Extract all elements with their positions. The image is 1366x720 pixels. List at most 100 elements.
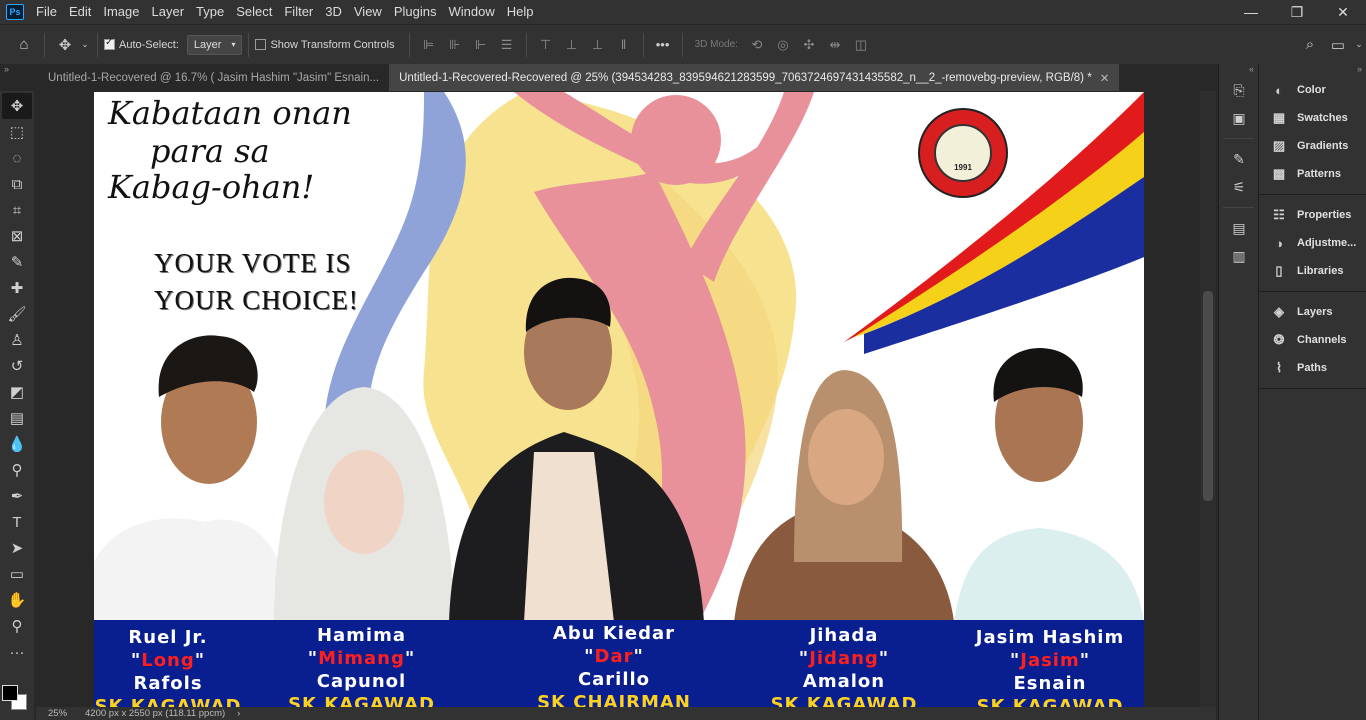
clone-stamp-tool-icon[interactable]: ♙ <box>2 327 32 353</box>
comments-panel-icon[interactable]: ▣ <box>1219 104 1259 132</box>
roll-3d-icon[interactable]: ◎ <box>770 32 796 58</box>
close-icon[interactable]: ✕ <box>1100 71 1110 85</box>
history-panel-icon[interactable]: ⎘ <box>1219 76 1259 104</box>
document-canvas[interactable]: 1991 Kabataan onan para sa Kabag-ohan! Y… <box>94 92 1144 707</box>
hand-tool-icon[interactable]: ✋ <box>2 587 32 613</box>
home-icon[interactable]: ⌂ <box>10 31 38 59</box>
pattern-icon: ▩ <box>1272 166 1286 181</box>
brush-settings-icon[interactable]: ✎ <box>1219 145 1259 173</box>
close-icon[interactable]: ✕ <box>1320 0 1366 24</box>
panel-layers[interactable]: ◈ Layers <box>1259 298 1366 326</box>
panel-patterns[interactable]: ▩ Patterns <box>1259 160 1366 188</box>
panel-properties[interactable]: ☷ Properties <box>1259 201 1366 229</box>
menu-plugins[interactable]: Plugins <box>388 0 443 24</box>
scrollbar-thumb[interactable] <box>1203 291 1213 501</box>
divider <box>525 32 527 57</box>
menu-filter[interactable]: Filter <box>278 0 319 24</box>
menu-type[interactable]: Type <box>190 0 230 24</box>
search-icon[interactable]: ⌕ <box>1296 31 1324 59</box>
align-top-icon[interactable]: ⊤ <box>533 32 559 58</box>
collapse-panels-icon[interactable]: « <box>1219 64 1258 76</box>
auto-select-checkbox[interactable] <box>104 37 115 50</box>
right-panel-dock: » ◐ Color ▦ Swatches ▨ Gradients ▩ Patterns … <box>1258 64 1366 720</box>
canvas-area[interactable]: 1991 Kabataan onan para sa Kabag-ohan! Y… <box>36 91 1200 707</box>
panel-label: Gradients <box>1297 140 1349 152</box>
workspace-icon[interactable]: ▭ <box>1324 31 1352 59</box>
distribute-icon[interactable]: ☰ <box>494 32 520 58</box>
menu-window[interactable]: Window <box>442 0 500 24</box>
move-tool-icon[interactable]: ✥ <box>2 93 32 119</box>
minimize-icon[interactable]: — <box>1228 0 1274 24</box>
history-brush-tool-icon[interactable]: ↺ <box>2 353 32 379</box>
candidate-position: SK KAGAWAD <box>288 694 435 707</box>
menu-view[interactable]: View <box>348 0 388 24</box>
panel-libraries[interactable]: ▯ Libraries <box>1259 257 1366 285</box>
properties-doc-icon[interactable]: ▤ <box>1219 214 1259 242</box>
zoom-level[interactable]: 25% <box>48 708 67 719</box>
align-middle-icon[interactable]: ⊥ <box>559 32 585 58</box>
gradient-tool-icon[interactable]: ▤ <box>2 405 32 431</box>
panel-swatches[interactable]: ▦ Swatches <box>1259 104 1366 132</box>
notes-panel-icon[interactable]: ▥ <box>1219 242 1259 270</box>
align-right-icon[interactable]: ⊩ <box>468 32 494 58</box>
type-tool-icon[interactable]: T <box>2 509 32 535</box>
candidate-surname: Rafols <box>133 673 203 694</box>
candidate-photo-3 <box>449 277 704 622</box>
menu-edit[interactable]: Edit <box>63 0 97 24</box>
panel-color[interactable]: ◐ Color <box>1259 76 1366 104</box>
vertical-scrollbar[interactable] <box>1200 91 1216 707</box>
align-left-icon[interactable]: ⊫ <box>416 32 442 58</box>
pan-3d-icon[interactable]: ✣ <box>796 32 822 58</box>
auto-select-option[interactable]: Auto-Select: <box>104 37 179 51</box>
tab-untitled-1-recovered-recovered[interactable]: Untitled-1-Recovered-Recovered @ 25% (39… <box>389 64 1120 91</box>
foreground-color-swatch[interactable] <box>2 685 18 701</box>
show-transform-option[interactable]: Show Transform Controls <box>255 39 395 51</box>
pen-tool-icon[interactable]: ✒ <box>2 483 32 509</box>
panel-channels[interactable]: ❂ Channels <box>1259 326 1366 354</box>
slide-3d-icon[interactable]: ⇹ <box>822 32 848 58</box>
menu-help[interactable]: Help <box>501 0 540 24</box>
zoom-tool-icon[interactable]: ⚲ <box>2 613 32 639</box>
frame-tool-icon[interactable]: ⊠ <box>2 223 32 249</box>
library-icon: ▯ <box>1275 263 1283 278</box>
menu-image[interactable]: Image <box>97 0 145 24</box>
eraser-tool-icon[interactable]: ◩ <box>2 379 32 405</box>
restore-icon[interactable]: ❐ <box>1274 0 1320 24</box>
collapse-toolbar-icon[interactable]: » <box>0 64 38 74</box>
panel-paths[interactable]: ⌇ Paths <box>1259 354 1366 382</box>
path-selection-tool-icon[interactable]: ➤ <box>2 535 32 561</box>
more-icon[interactable]: ••• <box>650 32 676 58</box>
move-tool-icon[interactable]: ✥ <box>51 31 79 59</box>
brush-tool-icon[interactable]: 🖌 <box>2 301 32 327</box>
panel-gradients[interactable]: ▨ Gradients <box>1259 132 1366 160</box>
eyedropper-tool-icon[interactable]: ✎ <box>2 249 32 275</box>
align-center-icon[interactable]: ⊪ <box>442 32 468 58</box>
object-select-tool-icon[interactable]: ⧉ <box>2 171 32 197</box>
divider <box>1223 207 1254 208</box>
show-transform-checkbox[interactable] <box>255 39 267 50</box>
chevron-down-icon[interactable]: ⌄ <box>79 31 91 59</box>
menu-layer[interactable]: Layer <box>146 0 191 24</box>
collapse-panels-icon[interactable]: » <box>1259 64 1366 76</box>
chevron-right-icon[interactable]: › <box>237 708 240 719</box>
align-bottom-icon[interactable]: ⊥ <box>585 32 611 58</box>
chevron-down-icon[interactable]: ⌄ <box>1352 31 1366 59</box>
distribute-vertical-icon[interactable]: ‖ <box>611 32 637 58</box>
menu-file[interactable]: File <box>30 0 63 24</box>
adjustments-sliders-icon[interactable]: ⚟ <box>1219 173 1259 201</box>
menu-select[interactable]: Select <box>230 0 278 24</box>
blur-tool-icon[interactable]: 💧 <box>2 431 32 457</box>
edit-toolbar-icon[interactable]: ··· <box>2 639 32 665</box>
rectangle-tool-icon[interactable]: ▭ <box>2 561 32 587</box>
tab-untitled-1-recovered[interactable]: Untitled-1-Recovered @ 16.7% ( Jasim Has… <box>38 64 390 91</box>
auto-select-dropdown[interactable]: Layer ▾ <box>186 34 243 55</box>
marquee-tool-icon[interactable]: ⬚ <box>2 119 32 145</box>
lasso-tool-icon[interactable]: ◌ <box>2 145 32 171</box>
dodge-tool-icon[interactable]: ⚲ <box>2 457 32 483</box>
camera-3d-icon[interactable]: ◫ <box>848 32 874 58</box>
healing-brush-tool-icon[interactable]: ✚ <box>2 275 32 301</box>
menu-3d[interactable]: 3D <box>319 0 348 24</box>
crop-tool-icon[interactable]: ⌗ <box>2 197 32 223</box>
panel-adjustments[interactable]: ◑ Adjustme... <box>1259 229 1366 257</box>
orbit-3d-icon[interactable]: ⟲ <box>744 32 770 58</box>
